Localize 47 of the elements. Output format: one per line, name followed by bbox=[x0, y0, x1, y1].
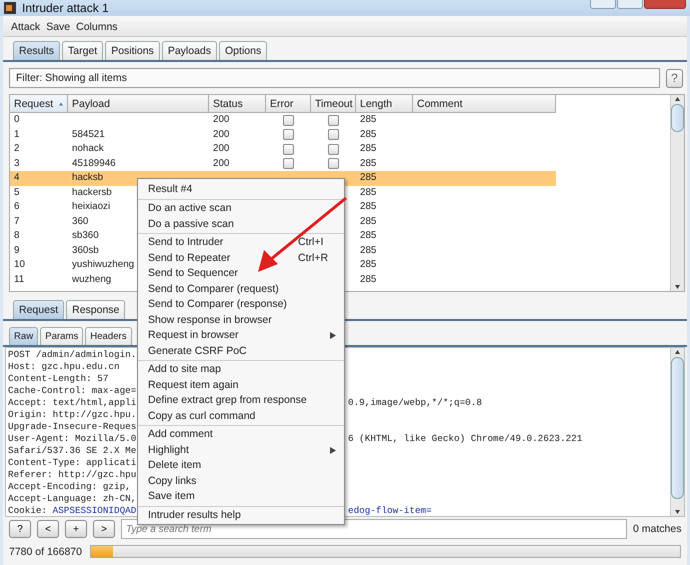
window-title: Intruder attack 1 bbox=[22, 1, 109, 15]
table-cell: sb360 bbox=[72, 230, 99, 241]
request-line: Accept-Language: zh-CN, bbox=[8, 493, 136, 504]
table-cell: 200 bbox=[213, 158, 230, 168]
request-line: Referer: http://gzc.hpu bbox=[8, 469, 136, 480]
request-line: 0.9,image/webp,*/*;q=0.8 bbox=[348, 397, 482, 409]
table-cell: 285 bbox=[360, 259, 376, 270]
table-cell: nohack bbox=[72, 143, 104, 154]
request-line: Safari/537.36 SE 2.X Me bbox=[8, 445, 136, 456]
request-line: Content-Type: applicati bbox=[8, 457, 136, 468]
table-cell: heixiaozi bbox=[72, 201, 110, 212]
request-line: Origin: http://gzc.hpu. bbox=[8, 409, 136, 420]
table-cell: 45189946 bbox=[72, 158, 116, 168]
table-cell: 285 bbox=[360, 230, 376, 241]
request-line: Upgrade-Insecure-Reques bbox=[8, 421, 136, 432]
table-cell: 200 bbox=[213, 143, 230, 154]
table-cell: 285 bbox=[360, 143, 376, 154]
match-count: 0 matches bbox=[633, 523, 682, 535]
request-line: Accept: text/html,appli bbox=[8, 397, 136, 408]
table-cell: 285 bbox=[360, 274, 376, 284]
request-line: User-Agent: Mozilla/5.0 bbox=[8, 433, 136, 444]
table-cell: 285 bbox=[360, 201, 376, 212]
request-line: 6 (KHTML, like Gecko) Chrome/49.0.2623.221 bbox=[348, 433, 582, 445]
table-cell: 584521 bbox=[72, 128, 105, 140]
request-line: Host: gzc.hpu.edu.cn bbox=[8, 361, 120, 372]
table-cell: 285 bbox=[360, 114, 376, 125]
request-line: Cache-Control: max-age= bbox=[8, 385, 136, 396]
table-cell: 285 bbox=[360, 128, 376, 140]
table-cell: yushiwuzheng bbox=[72, 259, 134, 270]
request-line: edog-flow-item= bbox=[348, 505, 432, 517]
menu-title: Result #4 bbox=[148, 183, 192, 195]
table-cell: 285 bbox=[360, 244, 376, 256]
request-line: Cookie: ASPSESSIONIDQAD bbox=[8, 505, 136, 516]
progress-text: 7780 of 166870 bbox=[9, 546, 82, 558]
table-cell: 285 bbox=[360, 158, 376, 168]
request-line: Accept-Encoding: gzip, bbox=[8, 481, 131, 492]
request-line: POST /admin/adminlogin. bbox=[8, 349, 136, 360]
table-cell: wuzheng bbox=[72, 274, 112, 284]
request-line: Content-Length: 57 bbox=[8, 373, 108, 384]
table-cell: hackersb bbox=[72, 186, 112, 198]
table-cell: 200 bbox=[213, 114, 230, 125]
table-cell: 285 bbox=[360, 216, 376, 226]
table-cell: 285 bbox=[356, 171, 413, 186]
table-cell: 200 bbox=[213, 128, 230, 140]
table-cell: 285 bbox=[360, 186, 376, 198]
table-cell: 360sb bbox=[72, 244, 99, 256]
table-cell: 360 bbox=[72, 216, 88, 226]
